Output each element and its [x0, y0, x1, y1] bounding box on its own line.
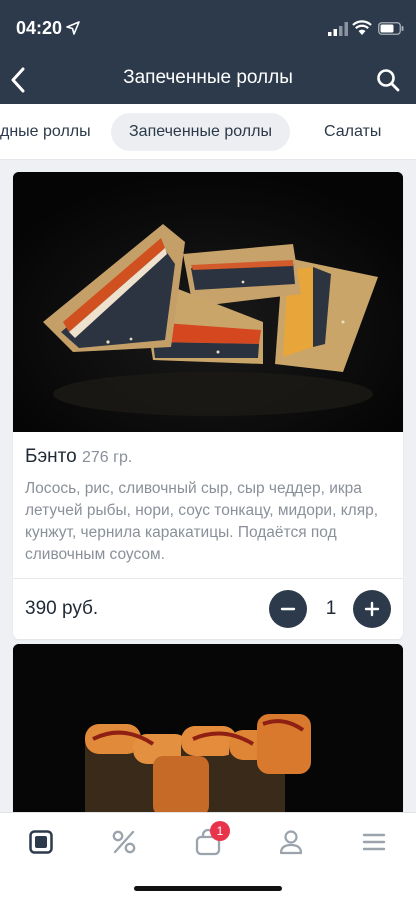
cart-count-badge: 1 [210, 821, 230, 841]
tab-category-previous[interactable]: дные роллы [0, 113, 109, 151]
wifi-icon [352, 20, 372, 35]
hamburger-menu-icon [362, 833, 386, 851]
menu-home-icon [29, 830, 53, 854]
tab-promotions[interactable] [104, 825, 144, 859]
minus-icon [280, 607, 296, 611]
product-image [13, 644, 403, 812]
status-bar: 04:20 [0, 0, 416, 58]
app-header: 04:20 Запеченные роллы [0, 0, 416, 104]
product-name: Бэнто [25, 446, 77, 467]
quantity-value: 1 [325, 598, 337, 619]
user-icon [279, 830, 303, 855]
decrease-quantity-button[interactable] [269, 590, 307, 628]
page-title: Запеченные роллы [123, 67, 293, 88]
tab-profile[interactable] [271, 825, 311, 859]
chevron-left-icon [11, 67, 25, 93]
tab-menu-home[interactable] [21, 825, 61, 859]
product-image [13, 172, 403, 432]
product-footer: 390 руб. 1 [13, 579, 403, 639]
product-weight: 276 гр. [82, 449, 133, 466]
search-button[interactable] [372, 64, 404, 96]
cellular-signal-icon [328, 22, 348, 36]
tab-more[interactable] [354, 825, 394, 859]
product-price: 390 руб. [25, 598, 99, 619]
percent-icon [112, 830, 136, 854]
product-title-line: Бэнто 276 гр. [25, 446, 391, 468]
search-icon [377, 69, 400, 92]
back-button[interactable] [4, 64, 32, 96]
product-list: Бэнто 276 гр. Лосось, рис, сливочный сыр… [0, 160, 416, 812]
sushi-pieces [85, 714, 311, 812]
tab-salads[interactable]: Салаты [306, 113, 399, 151]
increase-quantity-button[interactable] [353, 590, 391, 628]
status-time: 04:20 [16, 18, 63, 38]
tab-baked-rolls[interactable]: Запеченные роллы [111, 113, 290, 151]
product-card[interactable]: Бэнто 276 гр. Лосось, рис, сливочный сыр… [13, 172, 403, 639]
tab-cart[interactable]: 1 [188, 821, 230, 859]
category-tabs: дные роллы Запеченные роллы Салаты [0, 104, 416, 160]
product-description: Лосось, рис, сливочный сыр, сыр чеддер, … [25, 480, 379, 563]
product-info: Бэнто 276 гр. Лосось, рис, сливочный сыр… [13, 432, 403, 566]
product-card[interactable] [13, 644, 403, 812]
location-arrow-icon [66, 21, 80, 35]
battery-icon [378, 22, 404, 35]
home-indicator [134, 886, 282, 891]
plus-icon [364, 601, 380, 617]
